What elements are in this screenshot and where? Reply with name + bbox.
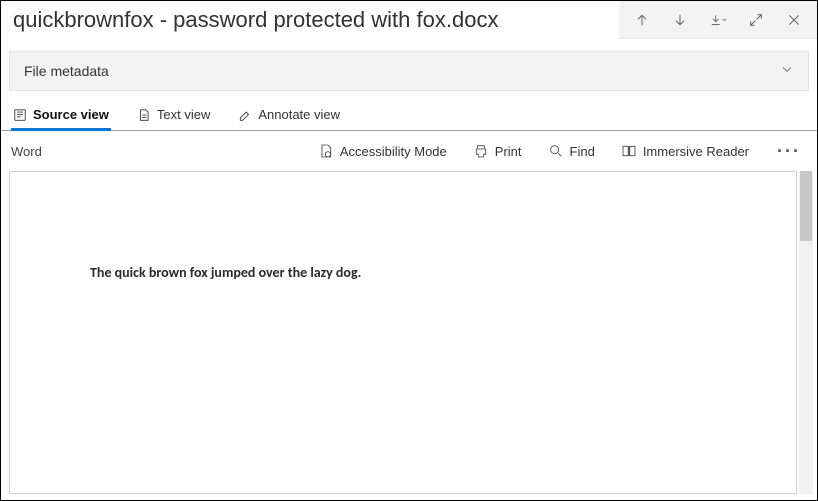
print-icon [473, 143, 489, 159]
expand-icon [748, 12, 764, 28]
text-view-icon [137, 108, 151, 122]
download-button[interactable] [699, 1, 737, 39]
arrow-down-icon [672, 12, 688, 28]
tab-label: Annotate view [258, 107, 340, 122]
tab-source-view[interactable]: Source view [11, 103, 111, 130]
tool-label: Accessibility Mode [340, 144, 447, 159]
document-toolbar: Word Accessibility Mode Print Find Immer… [1, 131, 817, 171]
close-button[interactable] [775, 1, 813, 39]
arrow-up-icon [634, 12, 650, 28]
find-icon [548, 143, 564, 159]
tab-text-view[interactable]: Text view [135, 103, 212, 130]
tab-label: Source view [33, 107, 109, 122]
scrollbar[interactable] [799, 171, 813, 494]
document-body-text: The quick brown fox jumped over the lazy… [90, 264, 716, 281]
title-actions [619, 1, 817, 39]
document-viewport: The quick brown fox jumped over the lazy… [1, 171, 817, 498]
tab-label: Text view [157, 107, 210, 122]
more-options-button[interactable]: ··· [771, 141, 807, 162]
expand-button[interactable] [737, 1, 775, 39]
accessibility-icon [318, 143, 334, 159]
print-button[interactable]: Print [469, 139, 526, 163]
find-button[interactable]: Find [544, 139, 599, 163]
file-metadata-toggle[interactable]: File metadata [9, 51, 809, 91]
immersive-reader-button[interactable]: Immersive Reader [617, 139, 753, 163]
window-title: quickbrownfox - password protected with … [1, 1, 619, 39]
accessibility-mode-button[interactable]: Accessibility Mode [314, 139, 451, 163]
tab-annotate-view[interactable]: Annotate view [236, 103, 342, 130]
download-icon [710, 12, 726, 28]
view-tabs: Source view Text view Annotate view [1, 99, 817, 131]
scrollbar-thumb[interactable] [800, 171, 812, 241]
document-page: The quick brown fox jumped over the lazy… [9, 171, 797, 494]
immersive-reader-icon [621, 143, 637, 159]
file-metadata-label: File metadata [24, 63, 109, 79]
ellipsis-icon: ··· [777, 141, 801, 161]
source-view-icon [13, 108, 27, 122]
close-icon [786, 12, 802, 28]
arrow-up-button[interactable] [623, 1, 661, 39]
tool-label: Find [570, 144, 595, 159]
chevron-down-icon [780, 62, 794, 81]
title-bar: quickbrownfox - password protected with … [1, 1, 817, 39]
annotate-view-icon [238, 108, 252, 122]
arrow-down-button[interactable] [661, 1, 699, 39]
app-label: Word [11, 144, 296, 159]
tool-label: Immersive Reader [643, 144, 749, 159]
tool-label: Print [495, 144, 522, 159]
